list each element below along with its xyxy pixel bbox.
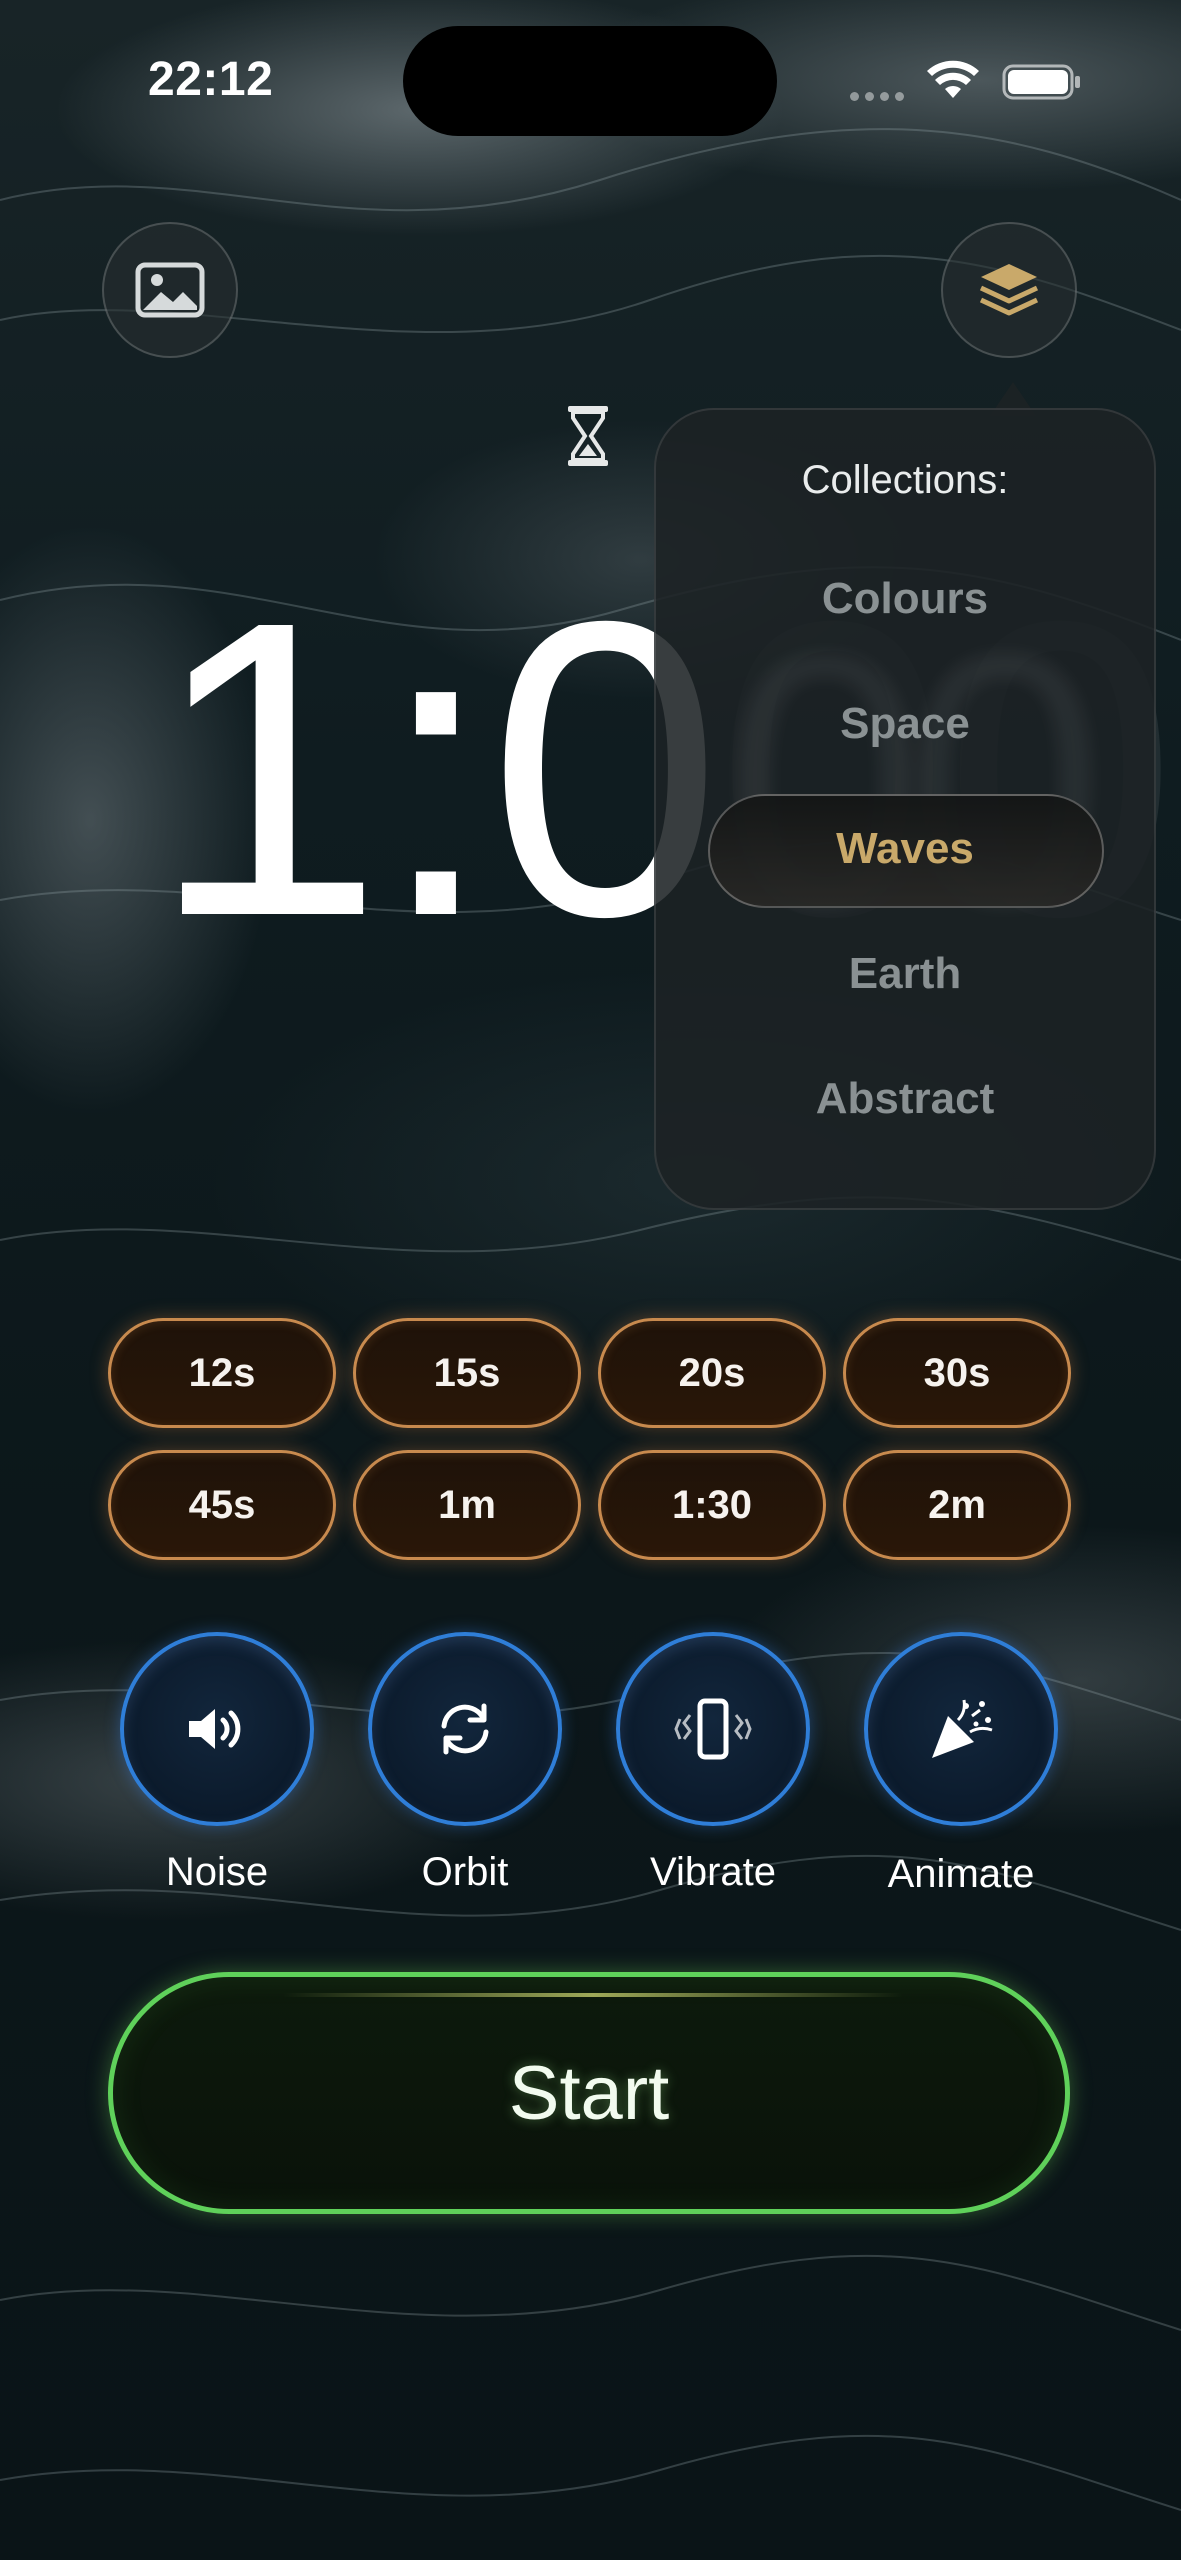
- duration-presets: 12s 15s 20s 30s 45s 1m 1:30 2m: [108, 1318, 1072, 1564]
- noise-toggle[interactable]: [120, 1632, 314, 1826]
- animate-toggle[interactable]: [864, 1632, 1058, 1826]
- vibrate-label: Vibrate: [649, 1850, 776, 1894]
- start-button[interactable]: Start: [108, 1972, 1070, 2214]
- popover-title: Collections:: [801, 458, 1009, 502]
- collection-item-waves[interactable]: Waves: [656, 824, 1154, 874]
- cellular-signal-icon: [850, 88, 910, 106]
- duration-1-30-button[interactable]: 1:30: [598, 1450, 826, 1560]
- screen: 22:12 1:0 00 Collections: Colours Space …: [0, 0, 1181, 2560]
- collection-item-space[interactable]: Space: [656, 699, 1154, 749]
- hourglass-icon: [568, 406, 608, 466]
- noise-label: Noise: [165, 1850, 269, 1894]
- layers-icon: [979, 264, 1039, 316]
- speaker-icon: [189, 1709, 241, 1749]
- background-picker-button[interactable]: [102, 222, 238, 358]
- collection-item-colours[interactable]: Colours: [656, 574, 1154, 624]
- timer-visible-digits: 1:0: [150, 535, 722, 1004]
- image-gallery-icon: [135, 262, 205, 318]
- wifi-icon: [927, 60, 979, 98]
- collections-popover: 00 Collections: Colours Space Waves Eart…: [654, 408, 1156, 1210]
- vibrate-phone-icon: [674, 1698, 752, 1760]
- animate-label: Animate: [887, 1852, 1035, 1896]
- orbit-toggle[interactable]: [368, 1632, 562, 1826]
- duration-20s-button[interactable]: 20s: [598, 1318, 826, 1428]
- start-button-highlight: [283, 1993, 903, 1997]
- vibrate-toggle[interactable]: [616, 1632, 810, 1826]
- status-time: 22:12: [148, 53, 274, 106]
- orbit-label: Orbit: [421, 1850, 509, 1894]
- duration-15s-button[interactable]: 15s: [353, 1318, 581, 1428]
- duration-12s-button[interactable]: 12s: [108, 1318, 336, 1428]
- collections-button[interactable]: [941, 222, 1077, 358]
- collection-item-earth[interactable]: Earth: [656, 949, 1154, 999]
- duration-2m-button[interactable]: 2m: [843, 1450, 1071, 1560]
- party-popper-icon: [932, 1699, 993, 1758]
- collection-item-abstract[interactable]: Abstract: [656, 1074, 1154, 1124]
- dynamic-island: [403, 26, 777, 136]
- duration-30s-button[interactable]: 30s: [843, 1318, 1071, 1428]
- battery-icon: [1002, 64, 1080, 100]
- rotate-icon: [441, 1703, 489, 1755]
- duration-1m-button[interactable]: 1m: [353, 1450, 581, 1560]
- start-label: Start: [508, 2050, 670, 2136]
- duration-45s-button[interactable]: 45s: [108, 1450, 336, 1560]
